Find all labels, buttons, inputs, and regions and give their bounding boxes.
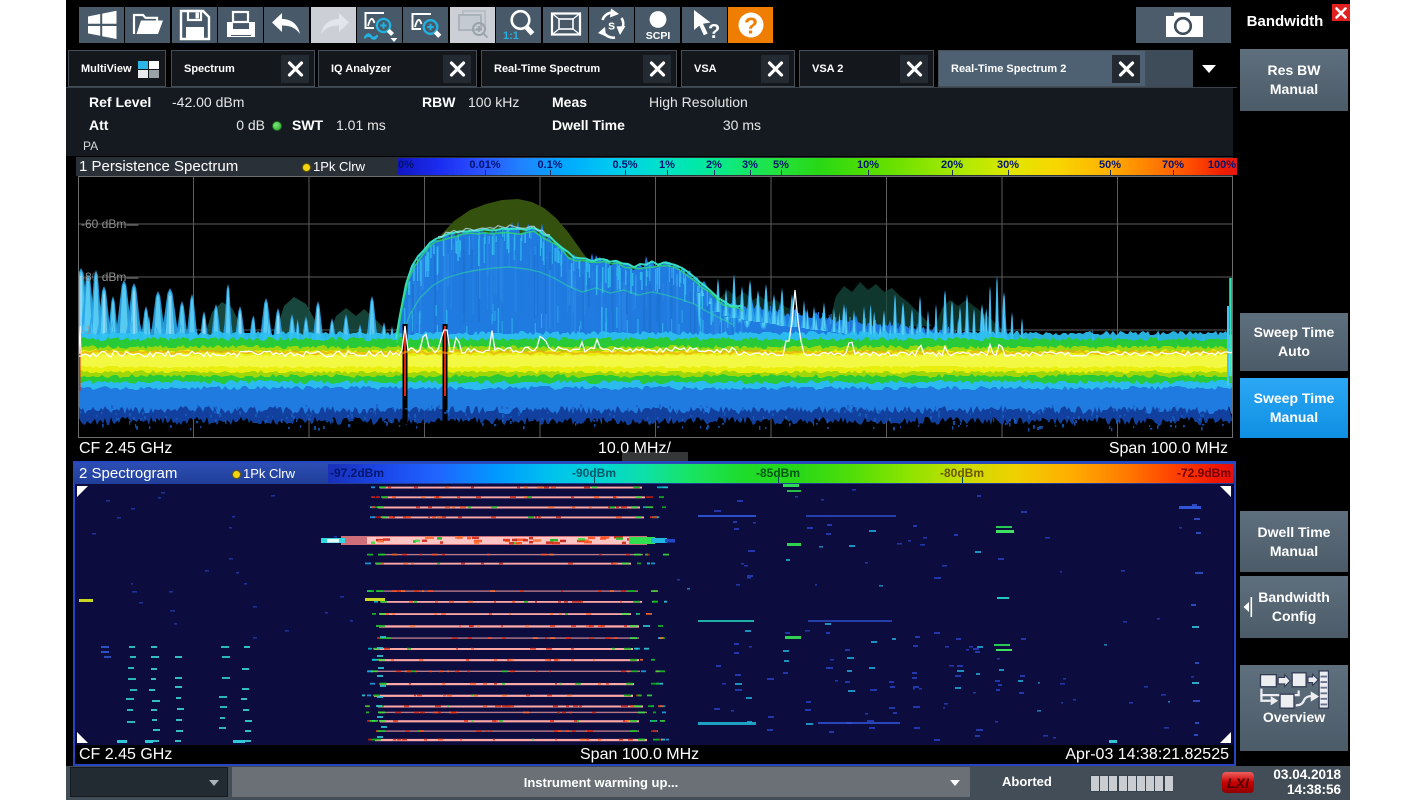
svg-text:?: ? (743, 13, 757, 39)
svg-text:SCPI: SCPI (645, 30, 670, 42)
svg-text:s: s (608, 18, 615, 33)
svg-text:LXI: LXI (1227, 775, 1250, 791)
svg-text:?: ? (708, 21, 720, 43)
svg-text:1:1: 1:1 (503, 30, 519, 42)
